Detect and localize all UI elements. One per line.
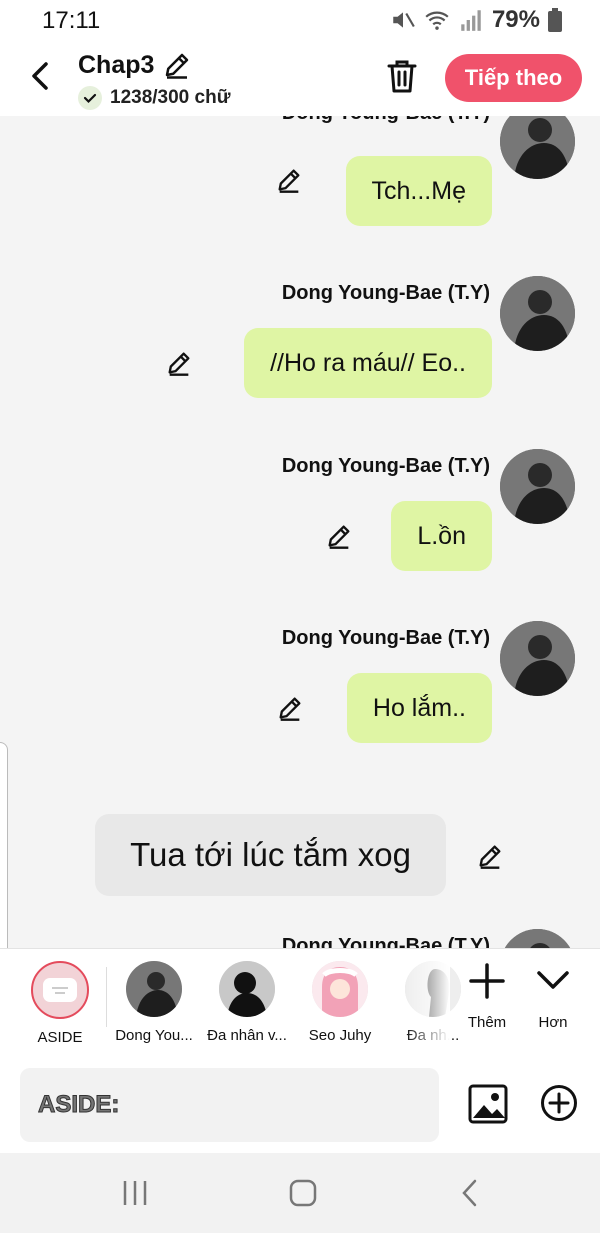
character-da-nhan-vat[interactable]: Đa nhân v... xyxy=(201,961,293,1044)
battery-percent: 79% xyxy=(491,6,540,33)
message-bubble[interactable]: Ho lắm.. xyxy=(346,673,492,743)
sender-avatar[interactable] xyxy=(500,449,575,524)
sender-name: Dong Young-Bae (T.Y) xyxy=(281,627,490,649)
image-icon[interactable] xyxy=(468,1084,508,1124)
message-input[interactable] xyxy=(20,1068,439,1142)
add-circle-icon[interactable] xyxy=(540,1084,578,1122)
edit-message-icon[interactable] xyxy=(276,694,304,722)
character-aside[interactable]: ASIDE xyxy=(14,961,106,1046)
aside-icon xyxy=(31,961,89,1019)
app-header: Chap3 1238/300 chữ Tiếp theo xyxy=(0,40,600,116)
character-label: Đa nhân v... xyxy=(207,1027,287,1044)
status-time: 17:11 xyxy=(42,7,101,34)
aside-message-bubble[interactable]: Tua tới lúc tắm xog xyxy=(95,814,446,896)
character-dong-young-bae[interactable]: Dong You... xyxy=(108,961,200,1044)
status-icons: 79% xyxy=(390,6,562,34)
edit-message-icon[interactable] xyxy=(165,349,193,377)
more-label: Hơn xyxy=(538,1014,568,1031)
character-avatar xyxy=(126,961,182,1017)
signal-icon xyxy=(461,10,481,31)
add-label: Thêm xyxy=(467,1014,507,1031)
character-label: ASIDE xyxy=(37,1029,83,1046)
character-seo-juhy[interactable]: Seo Juhy xyxy=(294,961,386,1044)
chat-area[interactable]: Dong Young-Bae (T.Y) Tch...Mẹ Dong Young… xyxy=(0,116,600,948)
next-button[interactable]: Tiếp theo xyxy=(445,54,582,102)
message-bubble[interactable]: L.ồn xyxy=(391,501,492,571)
back-button[interactable] xyxy=(22,58,58,94)
message-bubble[interactable]: Tch...Mẹ xyxy=(345,156,492,226)
divider xyxy=(106,967,107,1027)
add-character-button[interactable]: Thêm xyxy=(457,963,517,1031)
message-bubble[interactable]: //Ho ra máu// Eo.. xyxy=(244,328,492,398)
title-block: Chap3 1238/300 chữ xyxy=(78,50,230,110)
back-nav-icon xyxy=(462,1179,477,1207)
edit-message-icon[interactable] xyxy=(325,522,353,550)
side-panel-handle[interactable] xyxy=(0,742,8,970)
character-avatar xyxy=(312,961,368,1017)
chapter-title: Chap3 xyxy=(78,50,155,79)
sender-name: Dong Young-Bae (T.Y) xyxy=(282,116,490,125)
home-button[interactable] xyxy=(283,1175,323,1211)
sender-name: Dong Young-Bae (T.Y) xyxy=(281,935,490,948)
edit-title-icon[interactable] xyxy=(162,50,192,80)
chevron-down-icon xyxy=(537,971,569,989)
mute-icon xyxy=(393,12,415,28)
sender-avatar[interactable] xyxy=(500,929,575,948)
input-bar xyxy=(0,1058,600,1153)
trash-icon[interactable] xyxy=(386,58,418,94)
sender-name: Dong Young-Bae (T.Y) xyxy=(281,282,490,304)
sender-avatar[interactable] xyxy=(500,116,575,179)
scroll-fade xyxy=(405,949,450,1058)
status-bar: 17:11 79% xyxy=(0,0,600,40)
recent-apps-button[interactable] xyxy=(115,1175,155,1211)
character-selector: ASIDE Dong You... Đa nhân v... Seo Juhy … xyxy=(0,948,600,1058)
recent-apps-icon xyxy=(123,1181,147,1205)
sender-avatar[interactable] xyxy=(500,621,575,696)
character-label: Seo Juhy xyxy=(308,1027,372,1044)
edit-message-icon[interactable] xyxy=(476,842,504,870)
word-count: 1238/300 chữ xyxy=(110,87,231,108)
more-button[interactable]: Hơn xyxy=(523,963,583,1031)
character-avatar xyxy=(219,961,275,1017)
character-label: Dong You... xyxy=(115,1027,193,1044)
sender-avatar[interactable] xyxy=(500,276,575,351)
plus-icon xyxy=(469,963,505,999)
system-nav-bar xyxy=(0,1153,600,1233)
wifi-icon xyxy=(425,11,449,30)
back-nav-button[interactable] xyxy=(450,1175,490,1211)
check-icon xyxy=(78,86,102,110)
chevron-left-icon xyxy=(32,62,48,90)
sender-name: Dong Young-Bae (T.Y) xyxy=(281,455,490,477)
battery-icon xyxy=(548,8,562,32)
edit-message-icon[interactable] xyxy=(275,166,303,194)
home-icon xyxy=(289,1179,317,1207)
